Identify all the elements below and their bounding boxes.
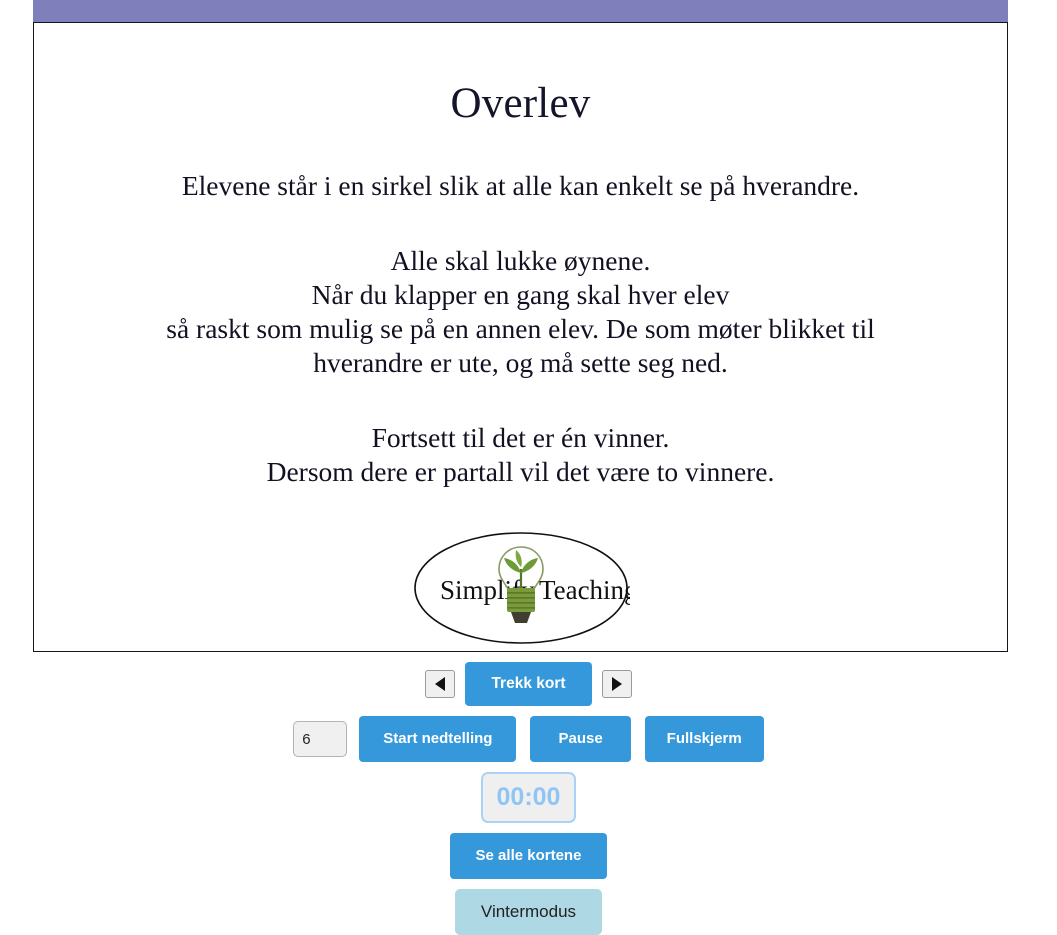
start-countdown-button[interactable]: Start nedtelling [359,716,517,762]
logo-svg: Simplify Teaching [413,532,630,644]
triangle-left-icon [435,677,446,691]
winter-mode-button[interactable]: Vintermodus [454,889,603,935]
timer-display-row: 00:00 [480,772,577,823]
rules-paragraph: Alle skal lukke øynene. Når du klapper e… [62,244,979,380]
bulb-ridge-2 [506,597,535,599]
previous-card-button[interactable] [425,670,456,698]
countdown-minutes-input[interactable] [293,721,348,757]
draw-card-row: Trekk kort [425,662,632,706]
brand-logo: Simplify Teaching [62,529,979,647]
winner-line-2: Dersom dere er partall vil det være to v… [266,456,775,488]
rules-line-3: så raskt som mulig se på en annen elev. … [166,313,875,345]
timer-display[interactable]: 00:00 [480,772,577,823]
rules-line-2: Når du klapper en gang skal hver elev [311,279,730,311]
logo-text-right: Teaching [539,575,630,605]
bulb-ridge-1 [506,592,535,594]
see-all-cards-button[interactable]: Se alle kortene [449,833,608,879]
intro-paragraph: Elevene står i en sirkel slik at alle ka… [181,170,860,202]
timer-controls-row: Start nedtelling Pause Fullskjerm [293,716,764,762]
rules-line-1: Alle skal lukke øynene. [390,245,651,277]
activity-card-wrapper: Overlev Elevene står i en sirkel slik at… [33,0,1008,652]
controls-panel: Trekk kort Start nedtelling Pause Fullsk… [0,655,1057,935]
rules-line-4: hverandre er ute, og må sette seg ned. [313,347,728,379]
winner-line-1: Fortsett til det er én vinner. [371,422,670,454]
winter-mode-row: Vintermodus [454,889,603,935]
bulb-ridge-3 [506,602,535,604]
draw-card-button[interactable]: Trekk kort [465,662,592,706]
next-card-button[interactable] [601,670,632,698]
triangle-right-icon [611,677,622,691]
winner-paragraph: Fortsett til det er én vinner. Dersom de… [62,421,979,489]
fullscreen-button[interactable]: Fullskjerm [644,716,764,762]
bulb-ridge-4 [506,607,535,609]
pause-button[interactable]: Pause [530,716,631,762]
see-all-cards-row: Se alle kortene [449,833,608,879]
card-accent-bar [33,0,1008,22]
activity-card: Overlev Elevene står i en sirkel slik at… [33,22,1008,652]
page-title: Overlev [450,80,591,127]
